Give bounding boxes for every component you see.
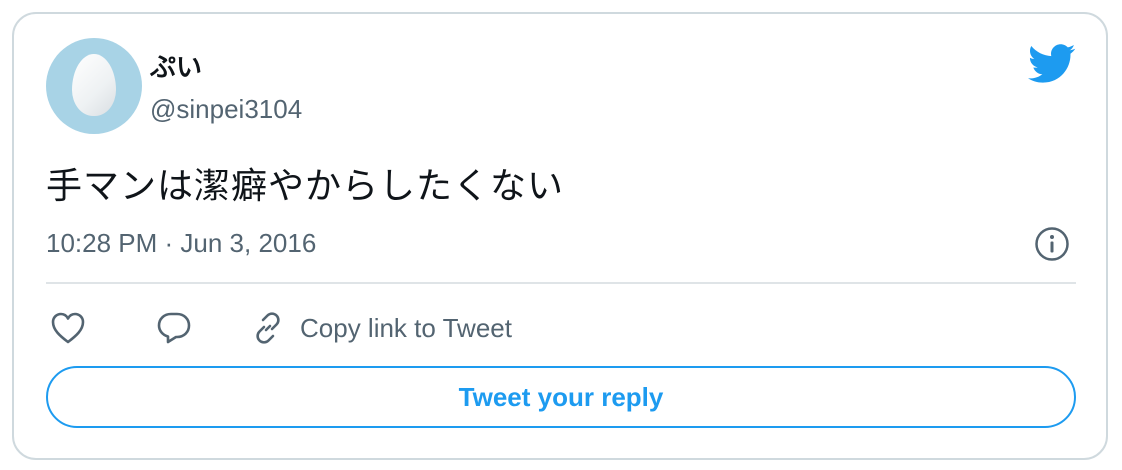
twitter-bird-icon[interactable] [1028, 44, 1076, 84]
link-icon [256, 312, 280, 344]
copy-link-label: Copy link to Tweet [300, 313, 512, 343]
speech-bubble-icon [157, 312, 191, 344]
tweet-your-reply-button[interactable]: Tweet your reply [46, 366, 1076, 428]
user-handle[interactable]: @sinpei3104 [150, 94, 302, 124]
tweet-timestamp[interactable]: 10:28 PM · Jun 3, 2016 [46, 228, 316, 258]
avatar[interactable] [46, 38, 142, 134]
info-icon[interactable] [1034, 226, 1070, 262]
heart-icon [51, 312, 85, 344]
tweet-text: 手マンは潔癖やからしたくない [46, 165, 565, 206]
reply-button[interactable] [156, 308, 192, 348]
display-name[interactable]: ぷい [150, 52, 202, 82]
copy-link-button[interactable]: Copy link to Tweet [250, 308, 512, 348]
divider [46, 282, 1076, 284]
like-button[interactable] [50, 308, 86, 348]
tweet-card: ぷい @sinpei3104 手マンは潔癖やからしたくない 10:28 PM ·… [12, 12, 1108, 460]
default-egg-avatar-icon [72, 54, 116, 116]
